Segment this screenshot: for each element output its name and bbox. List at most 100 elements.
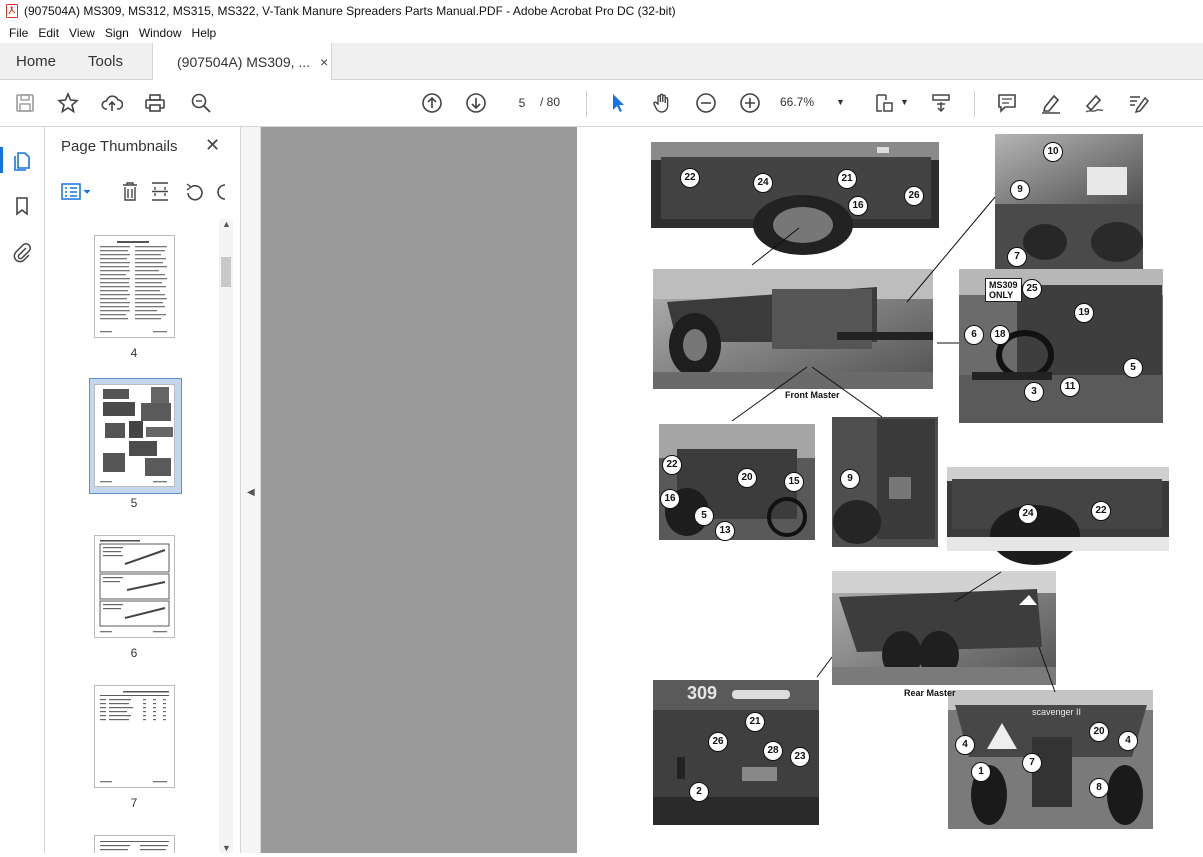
toolbar-divider <box>586 91 587 117</box>
select-cursor-icon[interactable] <box>606 91 630 115</box>
highlight-pen-icon[interactable] <box>1039 91 1063 115</box>
bookmark-star-icon[interactable] <box>56 91 80 115</box>
panel-close-icon[interactable]: ✕ <box>205 135 220 156</box>
callout-22c: 22 <box>1091 501 1111 521</box>
callout-23: 23 <box>790 747 810 767</box>
comment-icon[interactable] <box>995 91 1019 115</box>
callout-16b: 16 <box>660 489 680 509</box>
callout-19: 19 <box>1074 303 1094 323</box>
panel-collapse-bar[interactable]: ◀ <box>241 127 261 853</box>
photo-scavenger-rear: scavenger II <box>948 690 1153 829</box>
thumbnail-label-5: 5 <box>130 496 138 510</box>
menu-edit[interactable]: Edit <box>33 26 64 40</box>
rotate-clockwise-icon[interactable] <box>217 184 226 200</box>
callout-28: 28 <box>763 741 783 761</box>
callout-16: 16 <box>848 196 868 216</box>
menu-sign[interactable]: Sign <box>100 26 134 40</box>
bookmarks-icon[interactable] <box>11 195 33 217</box>
menu-help[interactable]: Help <box>187 26 222 40</box>
draw-sign-icon[interactable] <box>1082 91 1106 115</box>
callout-20b: 20 <box>1089 722 1109 742</box>
page-thumbnail-8[interactable] <box>94 835 175 853</box>
callout-26b: 26 <box>708 732 728 752</box>
menu-view[interactable]: View <box>64 26 100 40</box>
callout-11: 11 <box>1060 377 1080 397</box>
rotate-counterclockwise-icon[interactable] <box>186 183 203 201</box>
tab-home[interactable]: Home <box>16 43 56 80</box>
navigation-rail <box>0 127 45 853</box>
caption-rear-master: Rear Master <box>904 688 956 698</box>
fill-sign-icon[interactable] <box>1126 91 1150 115</box>
thumbnail-partial-preview <box>100 841 169 851</box>
callout-5b: 5 <box>694 506 714 526</box>
scroll-up-icon[interactable]: ▲ <box>222 219 231 229</box>
document-viewer[interactable]: 309 scavenger II 22 24 21 16 26 10 9 7 M… <box>261 127 1203 853</box>
scroll-down-icon[interactable]: ▼ <box>222 843 231 853</box>
callout-3: 3 <box>1024 382 1044 402</box>
zoom-dropdown-icon[interactable]: ▼ <box>836 97 845 107</box>
thumbnails-panel: Page Thumbnails ✕ ▲ ▼ 4 5 6 7 <box>45 127 241 853</box>
zoom-out-icon[interactable] <box>694 91 718 115</box>
callout-21: 21 <box>837 169 857 189</box>
page-fit-dropdown-icon[interactable]: ▼ <box>900 97 909 107</box>
window-title: (907504A) MS309, MS312, MS315, MS322, V-… <box>24 4 676 18</box>
thumbnail-options-icon[interactable] <box>61 183 91 200</box>
page-number-input[interactable]: 5 <box>508 91 536 113</box>
callout-24b: 24 <box>1018 504 1038 524</box>
page-thumbnail-6[interactable] <box>94 535 175 638</box>
page-fit-icon[interactable] <box>872 91 896 115</box>
thumbnail-diagram-preview <box>99 540 170 633</box>
menu-window[interactable]: Window <box>134 26 187 40</box>
delete-page-icon[interactable] <box>123 182 137 201</box>
pdf-page: 309 scavenger II 22 24 21 16 26 10 9 7 M… <box>577 127 1203 853</box>
tab-bar: Home Tools (907504A) MS309, ... × <box>0 43 1203 81</box>
save-icon[interactable] <box>13 91 37 115</box>
next-page-icon[interactable] <box>464 91 488 115</box>
tab-document[interactable]: (907504A) MS309, ... × <box>152 43 332 81</box>
callout-15: 15 <box>784 472 804 492</box>
svg-text:scavenger II: scavenger II <box>1032 707 1081 717</box>
thumbnail-label-7: 7 <box>130 796 138 810</box>
callout-22: 22 <box>680 168 700 188</box>
callout-6: 6 <box>964 325 984 345</box>
cloud-upload-icon[interactable] <box>100 91 124 115</box>
thumbnail-label-4: 4 <box>130 346 138 360</box>
zoom-in-icon[interactable] <box>738 91 762 115</box>
callout-20: 20 <box>737 468 757 488</box>
rail-active-indicator <box>0 147 3 173</box>
callout-5: 5 <box>1123 358 1143 378</box>
tab-close-icon[interactable]: × <box>320 54 328 70</box>
thumbnail-photo-preview <box>100 387 173 483</box>
hand-tool-icon[interactable] <box>650 91 674 115</box>
zoom-level-input[interactable]: 66.7% <box>780 95 830 109</box>
callout-4: 4 <box>955 735 975 755</box>
attachments-icon[interactable] <box>11 241 33 263</box>
tab-tools[interactable]: Tools <box>88 43 123 80</box>
callout-26: 26 <box>904 186 924 206</box>
callout-7: 7 <box>1007 247 1027 267</box>
thumbnail-scrollbar[interactable]: ▲ ▼ <box>219 219 233 853</box>
photo-side-panel <box>651 142 939 255</box>
print-icon[interactable] <box>143 91 167 115</box>
page-thumbnails-icon[interactable] <box>11 149 33 171</box>
zoom-search-icon[interactable] <box>189 91 213 115</box>
photo-front-master <box>653 269 933 389</box>
callout-25: 25 <box>1022 279 1042 299</box>
scroll-mode-icon[interactable] <box>929 91 953 115</box>
photo-rear-master <box>832 571 1056 685</box>
thumbnail-tools <box>61 182 226 201</box>
collapse-panel-icon[interactable]: ◀ <box>247 487 255 498</box>
ms309-only-line2: ONLY <box>989 290 1014 300</box>
callout-22b: 22 <box>662 455 682 475</box>
thumbnail-table-preview <box>100 691 169 783</box>
page-thumbnail-7[interactable] <box>94 685 175 788</box>
page-thumbnail-5[interactable] <box>94 384 175 487</box>
callout-9b: 9 <box>840 469 860 489</box>
previous-page-icon[interactable] <box>420 91 444 115</box>
menu-file[interactable]: File <box>4 26 33 40</box>
callout-18: 18 <box>990 325 1010 345</box>
main-toolbar <box>0 80 1203 127</box>
scrollbar-thumb[interactable] <box>221 257 231 287</box>
page-thumbnail-4[interactable] <box>94 235 175 338</box>
insert-page-icon[interactable] <box>152 182 168 201</box>
